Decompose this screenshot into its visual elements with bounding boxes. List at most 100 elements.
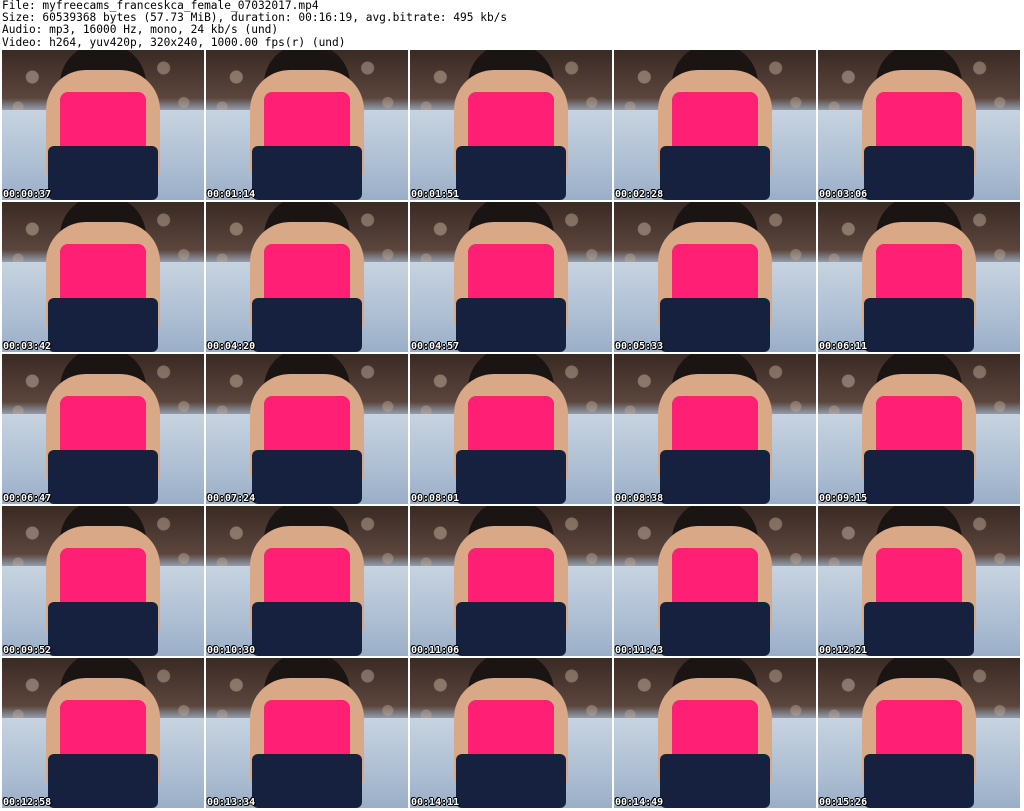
thumbnail-shorts: [864, 602, 974, 656]
thumbnail-shorts: [48, 450, 158, 504]
video-thumbnail: 00:14:11: [410, 658, 612, 808]
thumbnail-timestamp: 00:05:33: [615, 341, 664, 352]
thumbnail-top: [672, 548, 758, 606]
thumbnail-shorts: [660, 450, 770, 504]
thumbnail-shorts: [864, 146, 974, 200]
video-thumbnail: 00:10:30: [206, 506, 408, 656]
thumbnail-top: [60, 548, 146, 606]
thumbnail-top: [468, 396, 554, 454]
thumbnail-shorts: [456, 754, 566, 808]
thumbnail-top: [264, 244, 350, 302]
thumbnail-top: [468, 244, 554, 302]
thumbnail-timestamp: 00:13:34: [207, 797, 256, 808]
thumbnail-timestamp: 00:12:21: [819, 645, 868, 656]
video-thumbnail: 00:06:11: [818, 202, 1020, 352]
thumbnail-shorts: [252, 754, 362, 808]
thumbnail-top: [876, 396, 962, 454]
thumbnail-timestamp: 00:12:58: [3, 797, 52, 808]
thumbnail-shorts: [252, 146, 362, 200]
video-thumbnail: 00:04:20: [206, 202, 408, 352]
thumbnail-top: [60, 396, 146, 454]
video-thumbnail: 00:06:47: [2, 354, 204, 504]
thumbnail-shorts: [864, 754, 974, 808]
thumbnail-shorts: [660, 602, 770, 656]
thumbnail-shorts: [252, 450, 362, 504]
thumbnail-shorts: [456, 602, 566, 656]
thumbnail-shorts: [660, 298, 770, 352]
video-thumbnail: 00:01:14: [206, 50, 408, 200]
video-thumbnail: 00:03:42: [2, 202, 204, 352]
video-thumbnail: 00:09:15: [818, 354, 1020, 504]
thumbnail-timestamp: 00:01:51: [411, 189, 460, 200]
thumbnail-top: [60, 244, 146, 302]
thumbnail-top: [468, 548, 554, 606]
thumbnail-top: [672, 700, 758, 758]
video-thumbnail: 00:11:43: [614, 506, 816, 656]
thumbnail-timestamp: 00:09:15: [819, 493, 868, 504]
thumbnail-top: [468, 700, 554, 758]
thumbnail-top: [468, 92, 554, 150]
thumbnail-top: [60, 700, 146, 758]
thumbnail-shorts: [864, 450, 974, 504]
video-thumbnail: 00:13:34: [206, 658, 408, 808]
thumbnail-top: [876, 244, 962, 302]
thumbnail-timestamp: 00:10:30: [207, 645, 256, 656]
video-thumbnail: 00:01:51: [410, 50, 612, 200]
video-line: Video: h264, yuv420p, 320x240, 1000.00 f…: [2, 35, 346, 49]
thumbnail-shorts: [660, 754, 770, 808]
video-thumbnail: 00:02:28: [614, 50, 816, 200]
thumbnail-top: [264, 92, 350, 150]
thumbnail-top: [876, 700, 962, 758]
video-thumbnail: 00:14:49: [614, 658, 816, 808]
thumbnail-timestamp: 00:14:11: [411, 797, 460, 808]
thumbnail-top: [60, 92, 146, 150]
video-thumbnail: 00:09:52: [2, 506, 204, 656]
thumbnail-timestamp: 00:00:37: [3, 189, 52, 200]
thumbnail-timestamp: 00:06:47: [3, 493, 52, 504]
thumbnail-shorts: [660, 146, 770, 200]
thumbnail-timestamp: 00:11:43: [615, 645, 664, 656]
thumbnail-top: [672, 396, 758, 454]
thumbnail-shorts: [48, 602, 158, 656]
thumbnail-timestamp: 00:06:11: [819, 341, 868, 352]
audio-line: Audio: mp3, 16000 Hz, mono, 24 kb/s (und…: [2, 23, 279, 37]
thumbnail-timestamp: 00:03:06: [819, 189, 868, 200]
video-thumbnail: 00:05:33: [614, 202, 816, 352]
thumbnail-top: [264, 396, 350, 454]
thumbnail-shorts: [252, 298, 362, 352]
thumbnail-top: [264, 700, 350, 758]
thumbnail-timestamp: 00:14:49: [615, 797, 664, 808]
thumbnail-timestamp: 00:07:24: [207, 493, 256, 504]
thumbnail-timestamp: 00:11:06: [411, 645, 460, 656]
video-thumbnail: 00:11:06: [410, 506, 612, 656]
thumbnail-timestamp: 00:04:20: [207, 341, 256, 352]
thumbnail-top: [876, 92, 962, 150]
thumbnail-timestamp: 00:15:26: [819, 797, 868, 808]
thumbnail-timestamp: 00:04:57: [411, 341, 460, 352]
video-thumbnail: 00:04:57: [410, 202, 612, 352]
video-thumbnail: 00:12:58: [2, 658, 204, 808]
thumbnail-top: [672, 244, 758, 302]
video-thumbnail: 00:07:24: [206, 354, 408, 504]
thumbnail-top: [672, 92, 758, 150]
thumbnail-shorts: [456, 298, 566, 352]
thumbnail-shorts: [48, 298, 158, 352]
thumbnail-shorts: [456, 146, 566, 200]
thumbnail-top: [264, 548, 350, 606]
video-thumbnail: 00:08:38: [614, 354, 816, 504]
video-thumbnail: 00:15:26: [818, 658, 1020, 808]
thumbnail-timestamp: 00:03:42: [3, 341, 52, 352]
video-thumbnail: 00:08:01: [410, 354, 612, 504]
thumbnail-timestamp: 00:08:01: [411, 493, 460, 504]
video-thumbnail: 00:12:21: [818, 506, 1020, 656]
thumbnail-shorts: [252, 602, 362, 656]
file-info-header: File: myfreecams_franceskca_female_07032…: [2, 0, 507, 49]
video-thumbnail: 00:00:37: [2, 50, 204, 200]
thumbnail-shorts: [48, 146, 158, 200]
thumbnail-shorts: [456, 450, 566, 504]
video-thumbnail: 00:03:06: [818, 50, 1020, 200]
thumbnail-timestamp: 00:08:38: [615, 493, 664, 504]
thumbnail-timestamp: 00:01:14: [207, 189, 256, 200]
thumbnail-timestamp: 00:09:52: [3, 645, 52, 656]
thumbnail-shorts: [48, 754, 158, 808]
